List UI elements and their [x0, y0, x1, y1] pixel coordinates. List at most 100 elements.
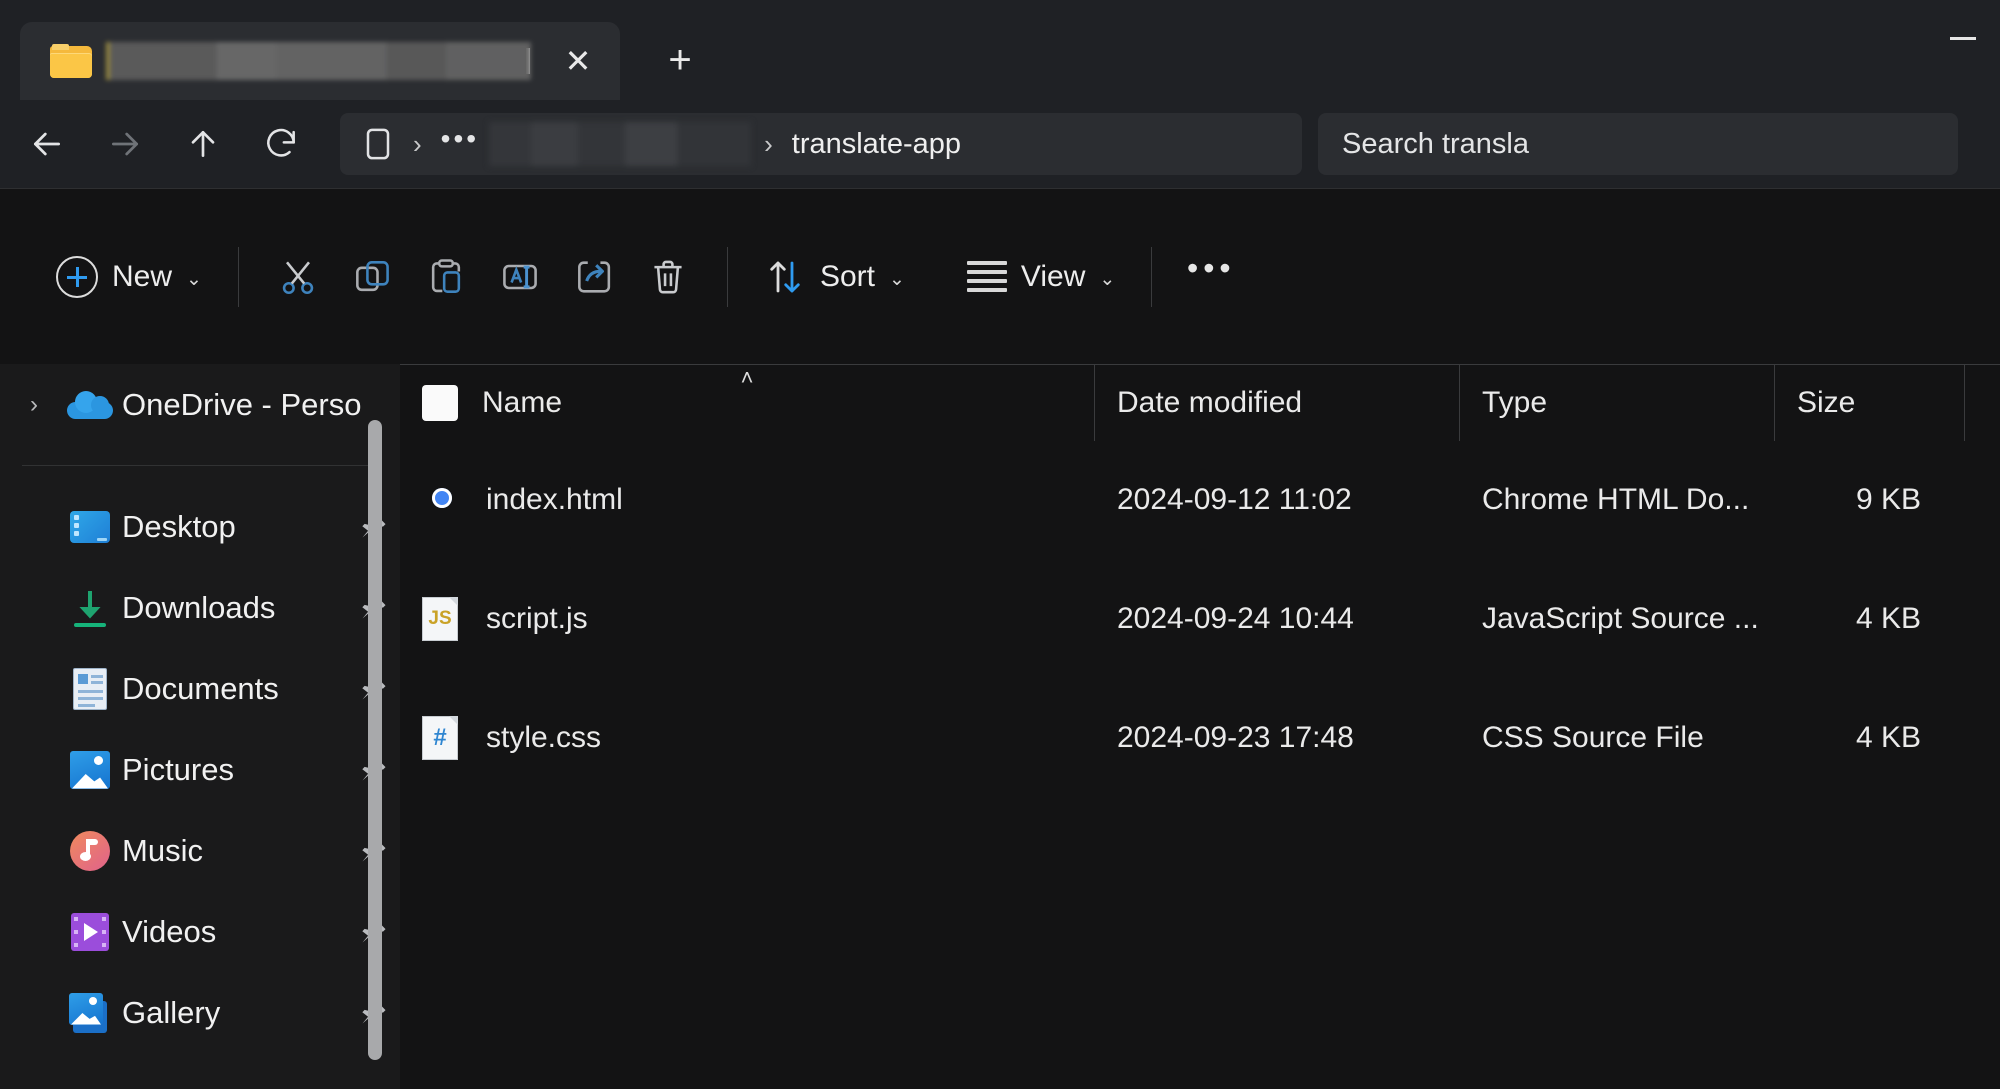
column-header-size[interactable]: Size [1775, 364, 1965, 441]
sidebar-item-documents[interactable]: Documents [0, 648, 400, 729]
chevron-down-icon: ⌄ [186, 269, 202, 290]
table-row[interactable]: # style.css 2024-09-23 17:48 CSS Source … [400, 700, 2000, 775]
minimize-icon [1950, 36, 1976, 40]
back-button[interactable] [16, 113, 78, 175]
sidebar-item-downloads[interactable]: Downloads [0, 567, 400, 648]
more-options-button[interactable]: ••• [1174, 246, 1248, 308]
cut-icon [282, 261, 314, 294]
column-header-label: Date modified [1117, 385, 1303, 419]
delete-button[interactable] [631, 246, 705, 308]
copy-button[interactable] [335, 246, 409, 308]
sidebar-item-gallery[interactable]: Gallery [0, 972, 400, 1053]
sidebar-item-onedrive[interactable]: › OneDrive - Perso [0, 364, 400, 445]
this-pc-icon[interactable] [356, 124, 400, 164]
column-headers: Name ˄ Date modified Type Size [400, 364, 2000, 441]
minimize-button[interactable] [1926, 0, 2000, 76]
folder-icon [50, 44, 92, 78]
new-button-label: New [112, 259, 173, 293]
cut-button[interactable] [261, 246, 335, 308]
table-row[interactable]: index.html 2024-09-12 11:02 Chrome HTML … [400, 462, 2000, 537]
file-name-cell[interactable]: JS script.js [400, 596, 1095, 641]
share-icon [577, 260, 611, 293]
desktop-icon [58, 510, 122, 543]
javascript-file-icon: JS [422, 596, 462, 641]
command-bar: New ⌄ Sort ⌄ View ⌄ ••• [0, 188, 2000, 364]
up-button[interactable] [172, 113, 234, 175]
documents-icon [58, 667, 122, 710]
sidebar-divider [22, 465, 378, 466]
column-header-name[interactable]: Name ˄ [400, 364, 1095, 441]
copy-icon [355, 260, 389, 291]
refresh-button[interactable] [250, 113, 312, 175]
file-name: style.css [486, 720, 602, 754]
file-date-cell: 2024-09-12 11:02 [1117, 482, 1352, 516]
select-all-checkbox[interactable] [422, 384, 458, 421]
file-list: Name ˄ Date modified Type Size index.htm… [400, 364, 2000, 1089]
table-row[interactable]: JS script.js 2024-09-24 10:44 JavaScript… [400, 581, 2000, 656]
content-area: › OneDrive - Perso Desktop Downloads Doc… [0, 364, 2000, 1089]
rename-button[interactable] [483, 246, 557, 308]
file-name-cell[interactable]: index.html [400, 478, 1095, 522]
music-icon [58, 830, 122, 871]
tab-active[interactable]: ✕ [20, 22, 620, 100]
command-bar-divider-1 [237, 246, 239, 307]
tab-strip: ✕ + [20, 12, 706, 100]
breadcrumb-current-folder[interactable]: translate-app [786, 128, 967, 161]
scrollbar-thumb[interactable] [368, 420, 382, 1060]
sidebar-item-music[interactable]: Music [0, 810, 400, 891]
breadcrumb-separator-1: › [413, 128, 422, 159]
share-button[interactable] [557, 246, 631, 308]
sidebar-item-label: Desktop [122, 508, 236, 544]
column-header-type[interactable]: Type [1460, 364, 1775, 441]
view-button-label: View [1020, 259, 1086, 293]
forward-button[interactable] [94, 113, 156, 175]
chevron-right-icon[interactable]: › [10, 391, 58, 419]
window-controls [1926, 0, 2000, 76]
navigation-pane: › OneDrive - Perso Desktop Downloads Doc… [0, 364, 400, 1089]
sort-button-label: Sort [819, 259, 875, 293]
sidebar-item-desktop[interactable]: Desktop [0, 486, 400, 567]
search-placeholder: Search transla [1342, 127, 1529, 160]
chevron-down-icon: ⌄ [1099, 269, 1116, 290]
close-icon[interactable]: ✕ [556, 39, 600, 83]
sidebar-item-label: Videos [122, 913, 217, 949]
sort-icon [770, 261, 800, 292]
file-type-cell: Chrome HTML Do... [1482, 482, 1750, 516]
breadcrumb[interactable]: › ••• › translate-app [340, 113, 1302, 175]
pictures-icon [58, 750, 122, 789]
column-header-date-modified[interactable]: Date modified [1095, 364, 1460, 441]
sort-button[interactable]: Sort ⌄ [750, 246, 919, 308]
file-date-cell: 2024-09-24 10:44 [1117, 601, 1354, 635]
sidebar-item-label: Gallery [122, 994, 221, 1030]
sidebar-item-label: Pictures [122, 751, 234, 787]
ellipsis-icon: ••• [1186, 250, 1236, 286]
sidebar-item-label: Downloads [122, 589, 276, 625]
breadcrumb-overflow-button[interactable]: ••• [435, 123, 485, 165]
file-size-cell: 9 KB [1855, 482, 1921, 516]
view-button[interactable]: View ⌄ [953, 246, 1129, 308]
navigation-pane-scrollbar[interactable] [368, 420, 382, 1070]
paste-icon [431, 258, 461, 293]
chrome-html-document-icon [422, 478, 462, 522]
css-file-icon: # [422, 715, 462, 760]
file-name-cell[interactable]: # style.css [400, 715, 1095, 760]
rename-icon [503, 264, 537, 289]
file-size-cell: 4 KB [1855, 720, 1921, 754]
sidebar-item-videos[interactable]: Videos [0, 891, 400, 972]
titlebar: ✕ + [0, 0, 2000, 100]
sidebar-item-pictures[interactable]: Pictures [0, 729, 400, 810]
delete-icon [654, 260, 682, 294]
paste-button[interactable] [409, 246, 483, 308]
search-input[interactable]: Search transla [1318, 113, 1958, 175]
tab-title-redacted [106, 42, 531, 80]
downloads-icon [58, 589, 122, 627]
sort-ascending-caret: ˄ [740, 364, 754, 390]
sidebar-item-label: Music [122, 832, 203, 868]
videos-icon [58, 912, 122, 951]
column-header-label: Type [1482, 385, 1548, 419]
command-bar-divider-3 [1151, 246, 1153, 307]
new-button[interactable]: New ⌄ [42, 246, 216, 308]
new-tab-button[interactable]: + [654, 34, 706, 86]
chevron-down-icon: ⌄ [888, 269, 905, 290]
breadcrumb-segment-redacted[interactable] [489, 122, 752, 166]
